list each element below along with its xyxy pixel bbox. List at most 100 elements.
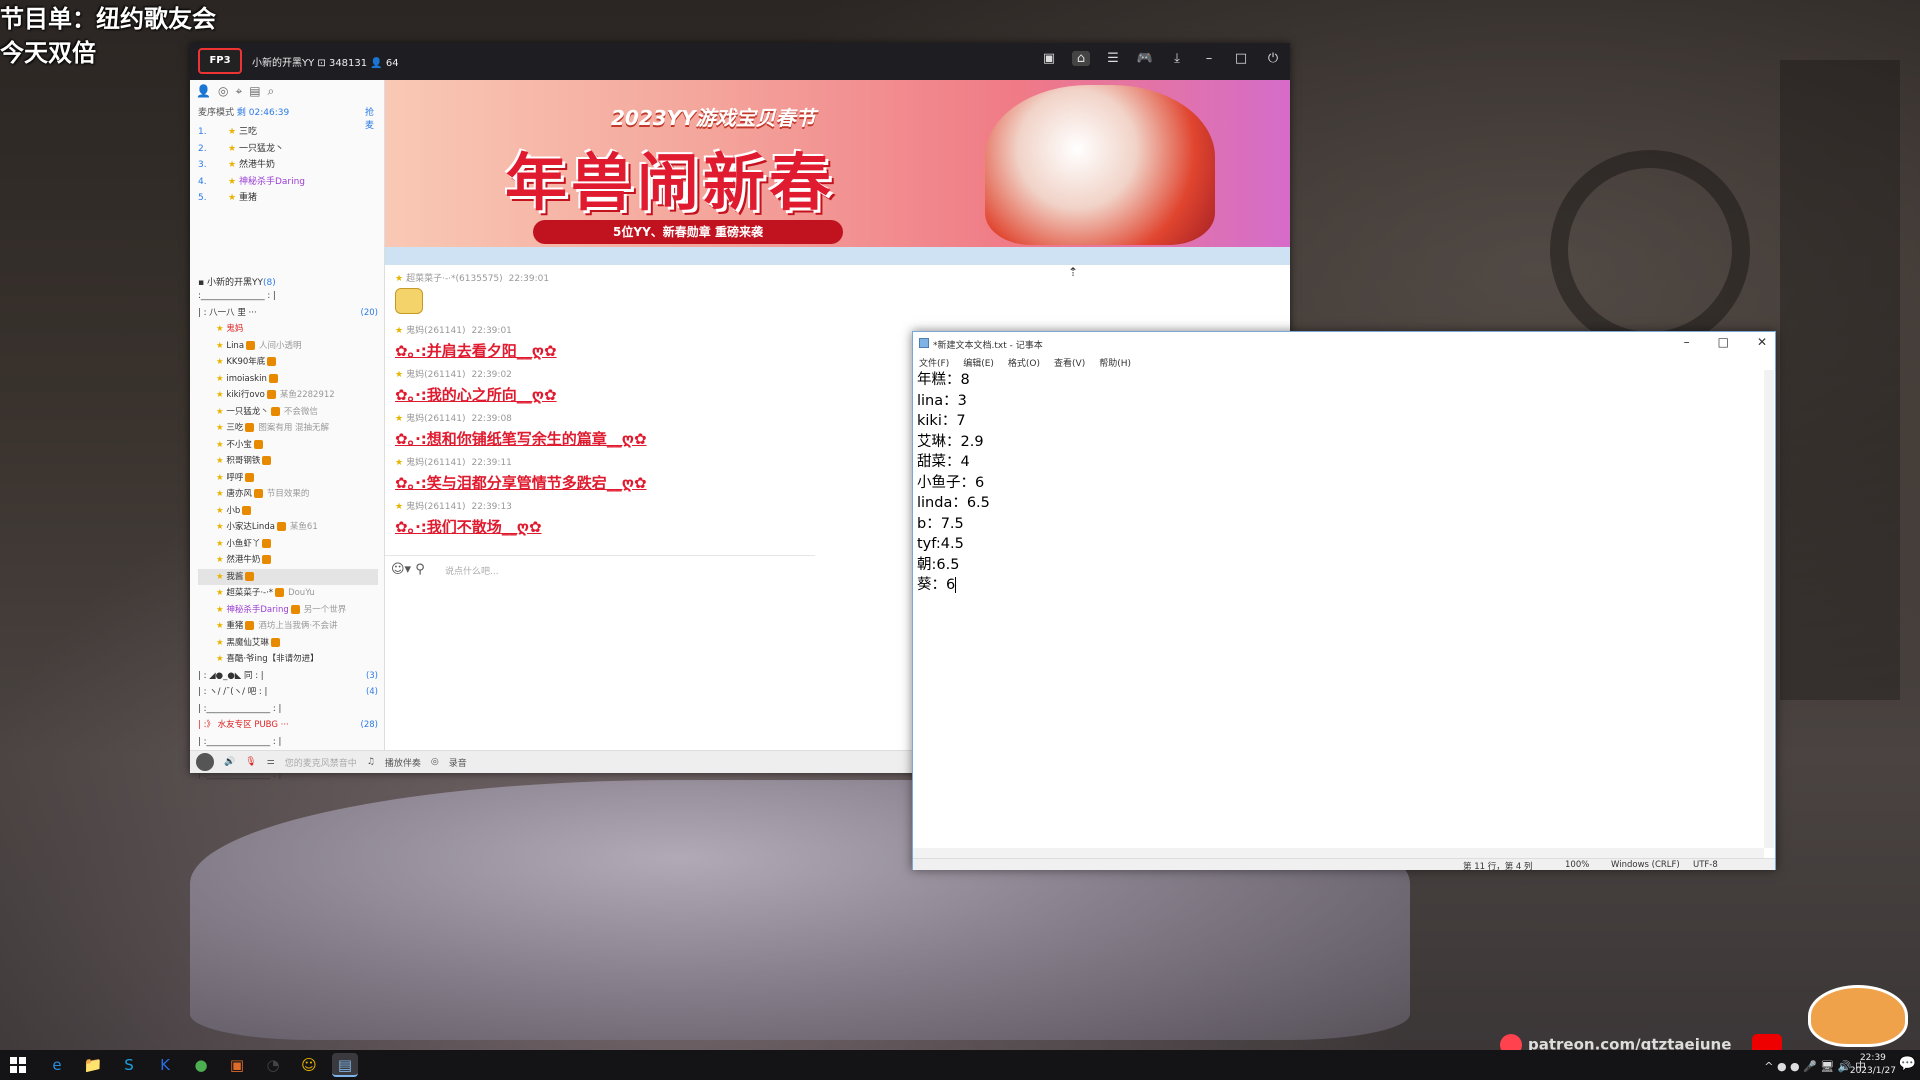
chat-user[interactable]: 鬼妈(261141): [406, 502, 465, 512]
grab-mic-button[interactable]: 抢麦: [365, 105, 374, 131]
notepad-taskbar-icon[interactable]: ▤: [332, 1053, 358, 1077]
tree-item[interactable]: | :_______________ : |: [198, 701, 378, 718]
vip-badge-icon: [270, 406, 280, 416]
vertical-scrollbar[interactable]: [1764, 370, 1774, 848]
file-explorer-icon[interactable]: 📁: [80, 1053, 106, 1077]
tree-item[interactable]: | : ヽ/ /¯(ヽ/ 吧 : | (4): [198, 684, 378, 701]
download-icon[interactable]: ⤓: [1168, 51, 1186, 66]
vip-badge-icon: [245, 621, 255, 630]
tree-item[interactable]: ★ 呼呼: [198, 470, 378, 487]
notepad-menu-item[interactable]: 帮助(H): [1097, 356, 1133, 369]
chat-user[interactable]: 鬼妈(261141): [406, 370, 465, 380]
minimize-icon[interactable]: –: [1684, 335, 1690, 349]
mic-mode: 麦序模式 剩 02:46:39 抢麦: [198, 105, 374, 131]
queue-item[interactable]: 3. ★ 然港牛奶: [198, 157, 305, 174]
queue-item[interactable]: 1. ★ 三吃: [198, 124, 305, 141]
tree-item-note: (28): [360, 720, 378, 730]
chat-input[interactable]: 说点什么吧...: [445, 564, 499, 577]
chat-user[interactable]: 鬼妈(261141): [406, 458, 465, 468]
tree-item[interactable]: ★ 鬼妈: [198, 321, 378, 338]
tree-item[interactable]: ★ 小家达Linda 某鱼61: [198, 519, 378, 536]
start-button[interactable]: [10, 1057, 26, 1073]
chat-user[interactable]: 鬼妈(261141): [406, 326, 465, 336]
tree-item[interactable]: ★ 然港牛奶: [198, 552, 378, 569]
tree-item[interactable]: ★ 小鱼虾丫: [198, 536, 378, 553]
record-icon[interactable]: ◎: [431, 757, 439, 767]
queue-item[interactable]: 5. ★ 重猪: [198, 190, 305, 207]
tree-item[interactable]: ★ 一只猛龙丶 不会微信: [198, 404, 378, 421]
event-banner[interactable]: 2023YY游戏宝贝春节 年兽闹新春 5位YY、新春勋章 重磅来袭: [385, 80, 1290, 247]
tree-item[interactable]: ★ 三吃 图案有用 混抽无解: [198, 420, 378, 437]
home-icon[interactable]: ⌂: [1072, 51, 1090, 66]
scroll-top-icon[interactable]: ⇡: [1068, 265, 1078, 279]
screen-icon[interactable]: ▣: [1040, 51, 1058, 66]
obs-icon[interactable]: ◔: [260, 1053, 286, 1077]
tree-item[interactable]: ★ 神秘杀手Daring 另一个世界: [198, 602, 378, 619]
chrome-icon[interactable]: ●: [188, 1053, 214, 1077]
maximize-icon[interactable]: □: [1232, 51, 1250, 66]
text-line-content: 葵：6: [917, 577, 956, 593]
accompany-button[interactable]: 播放伴奏: [385, 756, 421, 769]
record-button[interactable]: 录音: [449, 756, 467, 769]
close-icon[interactable]: ✕: [1757, 335, 1767, 349]
search-icon[interactable]: ⌕: [268, 84, 275, 99]
power-icon[interactable]: ⏻: [1264, 51, 1282, 66]
user-icon[interactable]: 👤: [196, 84, 211, 99]
chat-icon[interactable]: ◎: [218, 84, 228, 99]
queue-item[interactable]: 2. ★ 一只猛龙丶: [198, 141, 305, 158]
avatar[interactable]: [196, 753, 214, 771]
tree-item[interactable]: ★ 喜酷·爷ing【非请勿进】: [198, 651, 378, 668]
tree-item[interactable]: ★ 重猪 酒坊上当我俩·不会讲: [198, 618, 378, 635]
emoji-icon[interactable]: ☺▾ ⚲: [391, 562, 425, 577]
tree-item[interactable]: ★ 唐亦风 节目效果的: [198, 486, 378, 503]
user-star-icon: ★: [216, 571, 227, 582]
tree-item[interactable]: | : ◢●_●◣ 同 : | (3): [198, 668, 378, 685]
tree-item[interactable]: ★ kiki行ovo 某鱼2282912: [198, 387, 378, 404]
minimize-icon[interactable]: –: [1200, 51, 1218, 66]
tree-item[interactable]: ★ 小b: [198, 503, 378, 520]
notepad-menu-item[interactable]: 文件(F): [917, 356, 951, 369]
notepad-menu-item[interactable]: 编辑(E): [961, 356, 996, 369]
tree-item[interactable]: ★ 积哥钢铁: [198, 453, 378, 470]
tree-item[interactable]: | :_______________ : |: [198, 734, 378, 751]
tree-item[interactable]: ★ 不小宝: [198, 437, 378, 454]
horizontal-scrollbar[interactable]: [913, 848, 1764, 858]
tree-item[interactable]: | : 八一八 里 ··· (20): [198, 305, 378, 322]
notification-icon[interactable]: 💬: [1899, 1056, 1916, 1072]
tree-item[interactable]: ★ 黑魔仙艾琳: [198, 635, 378, 652]
vip-badge-icon: [262, 555, 272, 564]
tree-item[interactable]: ★ KK90年底: [198, 354, 378, 371]
app-face-icon[interactable]: ☺: [296, 1053, 322, 1077]
notepad-text-area[interactable]: 年糕：8 lina：3 kiki：7 艾琳：2.9 甜菜：4 小鱼子：6 linda：6.5…: [917, 370, 1767, 850]
list-icon[interactable]: ☰: [1104, 51, 1122, 66]
tree-item[interactable]: :_______________ : |: [198, 288, 378, 305]
tree-item[interactable]: ★ imoiaskin: [198, 371, 378, 388]
equalizer-icon[interactable]: ⚌: [267, 757, 275, 767]
mic-muted-icon[interactable]: 🎙: [245, 757, 256, 767]
board-icon[interactable]: ▤: [249, 84, 260, 99]
gamepad-icon[interactable]: 🎮: [1136, 51, 1154, 66]
location-icon[interactable]: ⌖: [235, 84, 242, 99]
maximize-icon[interactable]: □: [1718, 335, 1729, 349]
tree-item[interactable]: ★ 我酱: [198, 568, 378, 585]
tree-item[interactable]: ★ 超菜菜子·-·* DouYu: [198, 585, 378, 602]
chat-user[interactable]: 超菜菜子·-·*(6135575): [406, 274, 503, 284]
vip-badge-icon: [262, 538, 272, 548]
tree-item-note: 某鱼2282912: [279, 390, 335, 400]
chat-user[interactable]: 鬼妈(261141): [406, 414, 465, 424]
app-k-icon[interactable]: K: [152, 1053, 178, 1077]
speaker-icon[interactable]: 🔊: [224, 757, 235, 767]
music-icon[interactable]: ♫: [367, 757, 375, 767]
tree-item[interactable]: ★ Lina 人间小透明: [198, 338, 378, 355]
clock[interactable]: 22:39 2023/1/27: [1850, 1052, 1896, 1078]
notepad-menu-item[interactable]: 格式(O): [1006, 356, 1042, 369]
text-line: kiki：7: [917, 411, 1767, 432]
queue-item[interactable]: 4. ★ 神秘杀手Daring: [198, 174, 305, 191]
app-box-icon[interactable]: ▣: [224, 1053, 250, 1077]
yy-logo[interactable]: FP3: [198, 48, 242, 74]
channel-tree-title[interactable]: ▪ 小新的开黑YY(8): [198, 275, 276, 288]
edge-browser-icon[interactable]: e: [44, 1053, 70, 1077]
tree-item[interactable]: | :》 水友专区 PUBG ··· (28): [198, 717, 378, 734]
notepad-menu-item[interactable]: 查看(V): [1052, 356, 1087, 369]
skype-icon[interactable]: S: [116, 1053, 142, 1077]
